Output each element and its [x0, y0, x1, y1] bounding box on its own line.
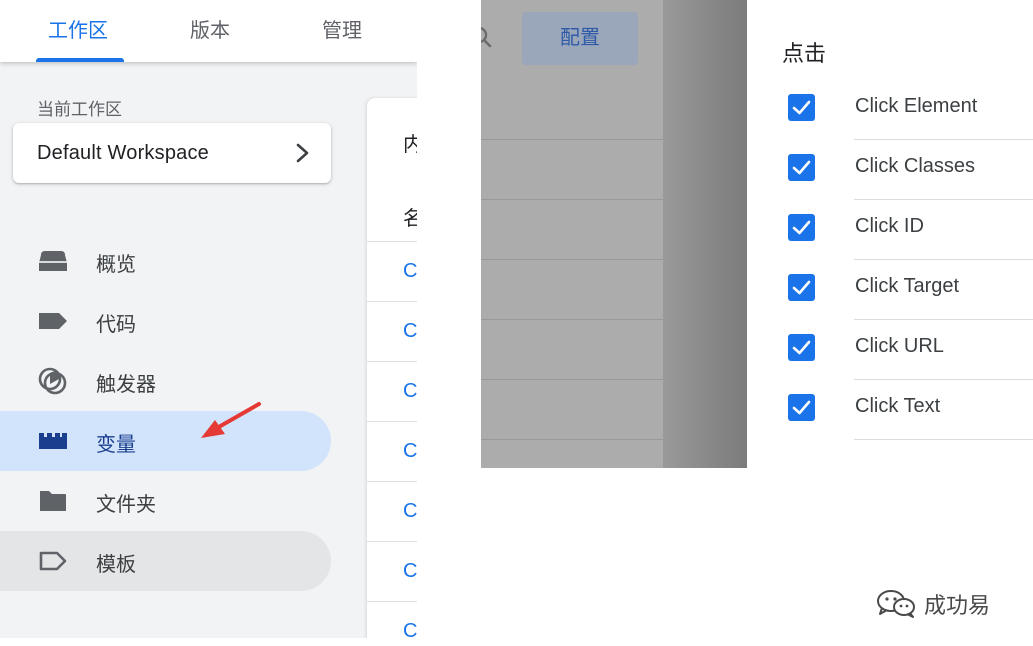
watermark-text: 成功易: [924, 593, 991, 618]
sidebar-item-label: 文件夹: [96, 494, 156, 516]
row-divider: [367, 361, 417, 362]
row-divider: [481, 379, 663, 380]
red-arrow-annotation: [201, 402, 261, 438]
checkbox-label: Click Target: [855, 275, 960, 297]
checkbox-checked[interactable]: [788, 334, 815, 361]
checkbox-checked[interactable]: [788, 274, 815, 301]
variable-link[interactable]: C: [403, 500, 417, 523]
tab-workspace[interactable]: 工作区: [48, 14, 108, 43]
checkbox-checked[interactable]: [788, 214, 815, 241]
variable-link[interactable]: C: [403, 260, 417, 283]
active-tab-indicator: [36, 58, 124, 62]
sidebar-item-label: 变量: [96, 434, 136, 456]
chevron-right-icon: [296, 143, 309, 163]
search-icon: [481, 27, 492, 48]
checkbox-row-click-target[interactable]: Click Target: [747, 260, 1033, 320]
sidebar-item-overview[interactable]: 概览: [0, 231, 331, 291]
workspace-selector[interactable]: Default Workspace: [13, 123, 331, 183]
tab-versions[interactable]: 版本: [190, 14, 230, 43]
row-divider: [481, 319, 663, 320]
sidebar-item-label: 代码: [96, 314, 136, 336]
content-card: 内 名 C C C C C C C: [367, 98, 417, 638]
dimmed-list-area: 配置: [481, 0, 664, 468]
sidebar-item-folders[interactable]: 文件夹: [0, 471, 331, 531]
variable-link[interactable]: C: [403, 620, 417, 638]
variable-link[interactable]: C: [403, 560, 417, 583]
checkbox-label: Click ID: [855, 215, 924, 237]
sidebar-item-label: 模板: [96, 554, 136, 576]
section-title-clicks: 点击: [782, 41, 827, 66]
checkbox-row-click-classes[interactable]: Click Classes: [747, 140, 1033, 200]
template-icon: [39, 551, 67, 571]
row-divider: [481, 259, 663, 260]
checkbox-checked[interactable]: [788, 394, 815, 421]
checkbox-row-click-text[interactable]: Click Text: [747, 380, 1033, 440]
row-divider: [481, 199, 663, 200]
row-divider: [367, 601, 417, 602]
checkbox-label: Click Text: [855, 395, 941, 417]
sidebar-item-variables[interactable]: 变量: [0, 411, 331, 471]
checkmark-icon: [792, 100, 811, 115]
checkmark-icon: [792, 160, 811, 175]
variables-icon: [39, 433, 67, 449]
sidebar: 当前工作区 Default Workspace 概览 代码 触发器 变量 文件夹…: [0, 62, 417, 638]
checkmark-icon: [792, 340, 811, 355]
card-header-text: 内: [403, 134, 417, 156]
checkbox-row-click-id[interactable]: Click ID: [747, 200, 1033, 260]
left-panel: 工作区 版本 管理 当前工作区 Default Workspace 概览 代码: [0, 0, 417, 638]
configure-button[interactable]: 配置: [522, 12, 638, 65]
row-divider: [481, 139, 663, 140]
checkbox-label: Click URL: [855, 335, 944, 357]
wechat-icon: [877, 590, 915, 618]
trigger-icon: [38, 367, 67, 395]
overlay-shadow: [663, 0, 747, 468]
built-in-variables-panel: 点击 Click Element Click Classes Click ID …: [747, 0, 1033, 468]
checkbox-checked[interactable]: [788, 94, 815, 121]
row-divider: [367, 301, 417, 302]
dimmed-background-panel: 配置: [481, 0, 747, 468]
variable-link[interactable]: C: [403, 320, 417, 343]
checkbox-row-click-url[interactable]: Click URL: [747, 320, 1033, 380]
row-divider: [367, 421, 417, 422]
checkmark-icon: [792, 220, 811, 235]
column-header-text: 名: [403, 208, 417, 230]
overview-icon: [39, 251, 67, 271]
row-divider: [854, 439, 1033, 440]
row-divider: [367, 481, 417, 482]
row-divider: [367, 241, 417, 242]
checkbox-row-click-element[interactable]: Click Element: [747, 80, 1033, 140]
checkbox-label: Click Classes: [855, 155, 976, 177]
checkmark-icon: [792, 400, 811, 415]
workspace-name: Default Workspace: [37, 142, 209, 164]
checkmark-icon: [792, 280, 811, 295]
variable-link[interactable]: C: [403, 440, 417, 463]
top-tab-bar: 工作区 版本 管理: [0, 0, 417, 62]
sidebar-item-templates[interactable]: 模板: [0, 531, 331, 591]
current-workspace-label: 当前工作区: [37, 100, 122, 119]
variable-link[interactable]: C: [403, 380, 417, 403]
sidebar-item-triggers[interactable]: 触发器: [0, 351, 331, 411]
sidebar-item-label: 概览: [96, 254, 136, 276]
tab-admin[interactable]: 管理: [322, 14, 362, 43]
sidebar-item-tags[interactable]: 代码: [0, 291, 331, 351]
checkbox-checked[interactable]: [788, 154, 815, 181]
row-divider: [481, 439, 663, 440]
row-divider: [367, 541, 417, 542]
tag-icon: [39, 313, 67, 329]
folder-icon: [40, 491, 66, 511]
checkbox-label: Click Element: [855, 95, 978, 117]
sidebar-item-label: 触发器: [96, 374, 156, 396]
